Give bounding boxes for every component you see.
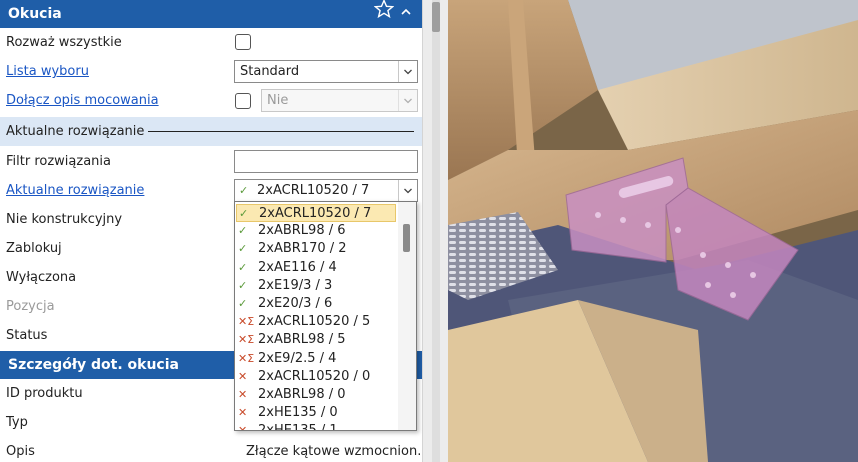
- filter-label: Filtr rozwiązania: [6, 154, 111, 169]
- panel-scrollbar-track[interactable]: [432, 0, 440, 462]
- dropdown-option[interactable]: ✕Σ 2xABRL98 / 5: [236, 331, 396, 349]
- status-label: Status: [6, 328, 48, 343]
- row-consider-all: Rozważ wszystkie: [0, 28, 422, 57]
- dropdown-option-label: 2xABRL98 / 6: [258, 223, 346, 239]
- ok-check-icon: ✓: [238, 242, 248, 256]
- section-title: Okucia: [8, 6, 62, 22]
- group-current-solution[interactable]: Aktualne rozwiązanie: [0, 117, 422, 146]
- attach-description-link[interactable]: Dołącz opis mocowania: [6, 86, 159, 115]
- error-x-icon: ✕Σ: [238, 351, 255, 365]
- row-selection-list: Lista wyboru Standard: [0, 57, 422, 86]
- dropdown-option-label: 2xE20/3 / 6: [258, 296, 333, 311]
- current-solution-value: 2xACRL10520 / 7: [257, 183, 370, 198]
- consider-all-checkbox[interactable]: [235, 34, 251, 50]
- error-x-icon: ✕Σ: [238, 315, 255, 329]
- panel-splitter[interactable]: [422, 0, 448, 462]
- section-header-okucia[interactable]: Okucia: [0, 0, 422, 28]
- row-filter: Filtr rozwiązania: [0, 147, 422, 176]
- dropdown-option-label: 2xACRL10520 / 7: [259, 206, 372, 221]
- dropdown-option[interactable]: ✓ 2xABR170 / 2: [236, 240, 396, 258]
- current-solution-dropdown-list[interactable]: ✓ 2xACRL10520 / 7 ✓ 2xABRL98 / 6 ✓ 2xABR170 /…: [234, 201, 417, 431]
- star-icon[interactable]: [373, 0, 395, 29]
- ok-check-icon: ✓: [238, 260, 248, 274]
- dropdown-option-label: 2xE19/3 / 3: [258, 277, 333, 293]
- attach-description-combo: Nie: [261, 89, 418, 112]
- dropdown-option[interactable]: ✓ 2xE20/3 / 6: [236, 295, 396, 313]
- error-x-icon: ✕: [238, 369, 248, 383]
- consider-all-label: Rozważ wszystkie: [6, 35, 122, 50]
- type-label: Typ: [6, 415, 28, 430]
- description-value: Złącze kątowe wzmocnion...: [246, 444, 422, 459]
- selection-list-combo[interactable]: Standard: [234, 60, 418, 83]
- ok-check-icon: ✓: [238, 224, 248, 238]
- row-attach-description: Dołącz opis mocowania Nie: [0, 86, 422, 115]
- filter-input[interactable]: [234, 150, 418, 173]
- disabled-label: Wyłączona: [6, 270, 77, 285]
- error-x-icon: ✕Σ: [238, 333, 255, 347]
- attach-description-checkbox[interactable]: [235, 93, 251, 109]
- lock-label: Zablokuj: [6, 241, 62, 256]
- properties-panel: Okucia Rozważ wszystkie Lista wyboru Sta…: [0, 0, 422, 462]
- dropdown-option[interactable]: ✕Σ 2xACRL10520 / 5: [236, 313, 396, 331]
- current-solution-combo[interactable]: ✓ 2xACRL10520 / 7: [234, 179, 418, 202]
- dropdown-option[interactable]: ✓ 2xE19/3 / 3: [236, 277, 396, 295]
- roof-connection-scene: [448, 0, 858, 462]
- product-id-label: ID produktu: [6, 386, 83, 401]
- dropdown-option[interactable]: ✓ 2xACRL10520 / 7: [236, 204, 396, 222]
- panel-scrollbar-thumb[interactable]: [432, 2, 440, 32]
- dropdown-option-label: 2xE9/2.5 / 4: [258, 350, 337, 366]
- row-description: Opis Złącze kątowe wzmocnion...: [0, 437, 422, 462]
- dropdown-scrollbar[interactable]: [398, 202, 416, 430]
- dropdown-option-label: 2xACRL10520 / 0: [258, 368, 371, 384]
- dropdown-option[interactable]: ✕Σ 2xE9/2.5 / 4: [236, 350, 396, 368]
- current-solution-link[interactable]: Aktualne rozwiązanie: [6, 176, 144, 205]
- dropdown-option[interactable]: ✓ 2xABRL98 / 6: [236, 222, 396, 240]
- selection-list-link[interactable]: Lista wyboru: [6, 57, 89, 86]
- non-structural-label: Nie konstrukcyjny: [6, 212, 123, 227]
- ok-check-icon: ✓: [238, 278, 248, 292]
- dropdown-option-label: 2xACRL10520 / 5: [258, 314, 371, 330]
- ok-check-icon: ✓: [238, 297, 248, 310]
- dropdown-option-label: 2xABRL98 / 0: [258, 387, 346, 402]
- chevron-up-icon[interactable]: [400, 0, 412, 28]
- dropdown-option[interactable]: ✕ 2xHE135 / 1: [236, 422, 396, 431]
- position-label: Pozycja: [6, 299, 55, 314]
- dropdown-option-label: 2xABR170 / 2: [258, 241, 347, 257]
- ok-check-icon: ✓: [239, 184, 249, 197]
- group-label: Aktualne rozwiązanie: [6, 124, 145, 139]
- dropdown-option-label: 2xHE135 / 1: [258, 423, 338, 431]
- dropdown-option-label: 2xABRL98 / 5: [258, 332, 346, 348]
- dropdown-option-label: 2xAE116 / 4: [258, 259, 337, 275]
- chevron-down-icon[interactable]: [398, 61, 417, 82]
- dropdown-option[interactable]: ✕ 2xHE135 / 0: [236, 404, 396, 422]
- dropdown-option-label: 2xHE135 / 0: [258, 405, 338, 421]
- group-divider: [148, 131, 414, 132]
- description-label: Opis: [6, 444, 35, 459]
- scrollbar-thumb[interactable]: [403, 224, 410, 252]
- attach-description-value: Nie: [267, 93, 289, 108]
- error-x-icon: ✕: [238, 424, 248, 431]
- error-x-icon: ✕: [238, 388, 248, 401]
- dropdown-option[interactable]: ✕ 2xACRL10520 / 0: [236, 368, 396, 386]
- chevron-down-icon: [398, 90, 417, 111]
- chevron-down-icon[interactable]: [398, 180, 417, 201]
- dropdown-option[interactable]: ✕ 2xABRL98 / 0: [236, 386, 396, 404]
- 3d-viewport[interactable]: [448, 0, 858, 462]
- error-x-icon: ✕: [238, 406, 248, 420]
- ok-check-icon: ✓: [239, 207, 249, 220]
- dropdown-option[interactable]: ✓ 2xAE116 / 4: [236, 259, 396, 277]
- selection-list-value: Standard: [240, 64, 300, 79]
- section-title: Szczegóły dot. okucia: [8, 357, 179, 373]
